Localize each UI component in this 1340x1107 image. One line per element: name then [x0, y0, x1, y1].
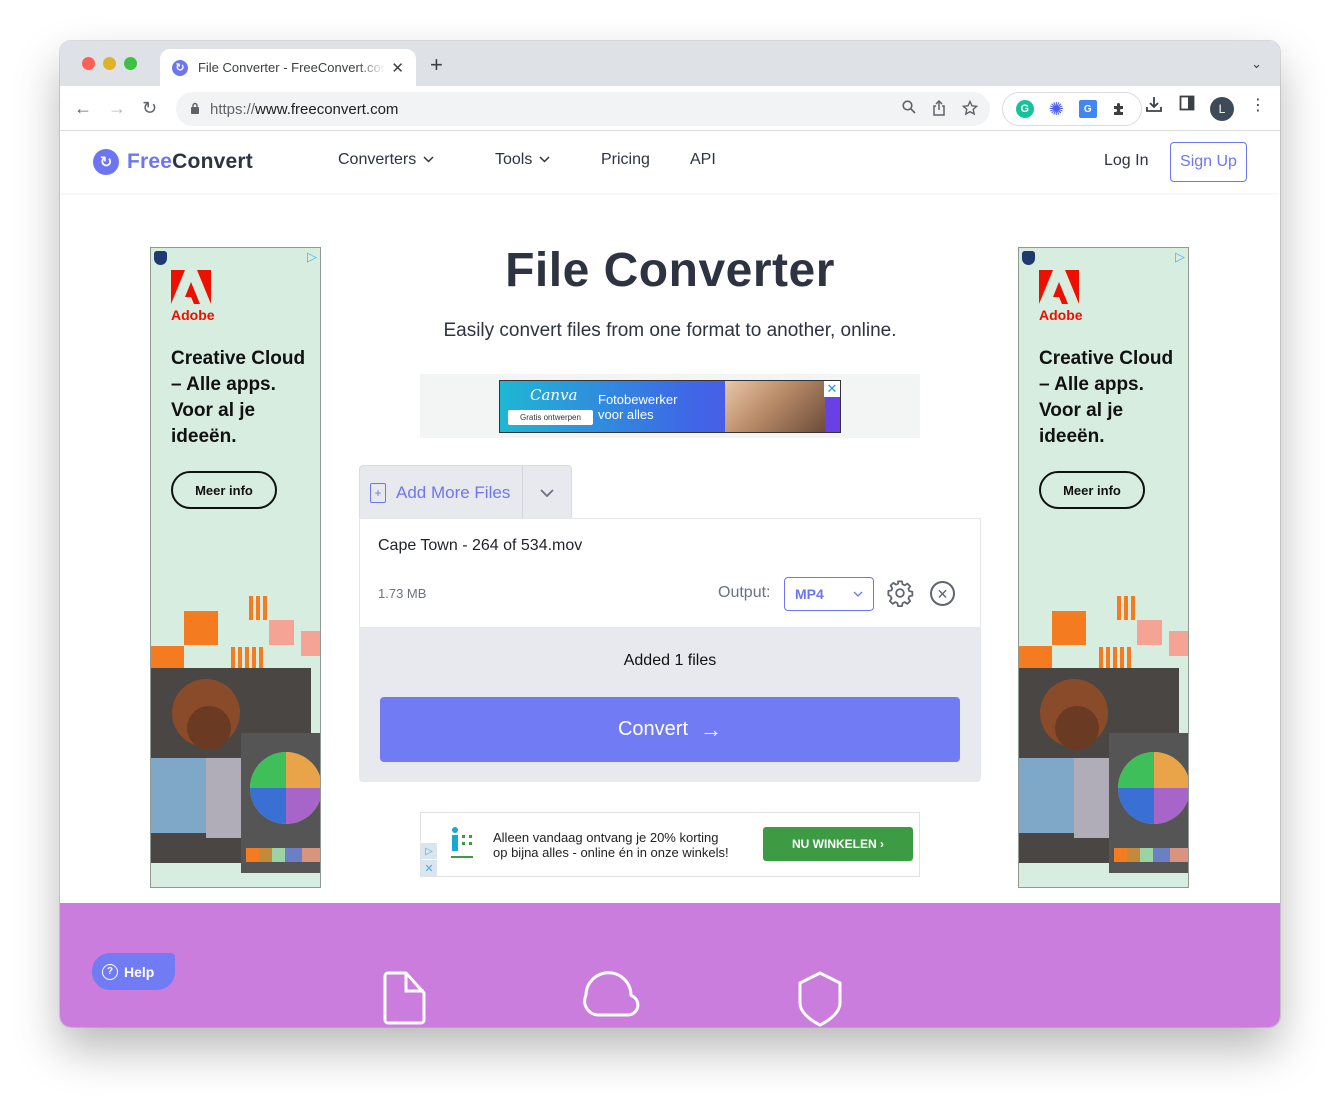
- nav-converters[interactable]: Converters: [338, 151, 434, 169]
- tab-close-icon[interactable]: ✕: [391, 59, 404, 77]
- canva-cta-button[interactable]: Gratis ontwerpen: [508, 410, 593, 425]
- forward-arrow-icon[interactable]: →: [108, 97, 126, 119]
- bottom-ad-text: Alleen vandaag ontvang je 20% korting op…: [493, 830, 729, 860]
- nav-pricing[interactable]: Pricing: [601, 151, 650, 169]
- browser-toolbar: ← → ↻ https://www.freeconvert.com G ✺ G …: [60, 86, 1280, 131]
- extensions-group: G ✺ G: [1002, 92, 1142, 126]
- grammarly-extension-icon[interactable]: G: [1015, 100, 1034, 118]
- top-banner-ad: Canva Gratis ontwerpen Fotobewerker voor…: [420, 374, 920, 438]
- translate-extension-icon[interactable]: G: [1078, 100, 1097, 118]
- chevron-down-icon: [539, 154, 550, 166]
- logo-text: FreeConvert: [127, 150, 253, 173]
- back-arrow-icon[interactable]: ←: [74, 97, 92, 119]
- chevron-down-icon: [540, 488, 554, 497]
- help-question-icon: ?: [102, 963, 118, 980]
- ad-meer-info-button[interactable]: Meer info: [1039, 471, 1145, 509]
- file-icon: [383, 971, 426, 1025]
- convert-button[interactable]: Convert →: [380, 697, 960, 762]
- tab-strip: ↻ File Converter - FreeConvert.com ✕ + ⌄: [60, 41, 1280, 86]
- add-files-bar: + Add More Files: [359, 465, 572, 519]
- adchoices-icon[interactable]: ▷: [421, 843, 437, 859]
- add-files-dropdown[interactable]: [523, 466, 571, 519]
- ad-artwork-image: [151, 588, 320, 887]
- side-ad-right[interactable]: ▷ Adobe Creative Cloud – Alle apps. Voor…: [1018, 247, 1189, 888]
- ad-close-icon[interactable]: ✕: [421, 860, 437, 876]
- ad-meer-info-button[interactable]: Meer info: [171, 471, 277, 509]
- canva-ad-text: Fotobewerker voor alles: [598, 392, 678, 422]
- reload-icon[interactable]: ↻: [142, 97, 157, 119]
- favicon-icon: ↻: [172, 59, 188, 76]
- arrow-right-icon: →: [700, 716, 723, 742]
- signup-button[interactable]: Sign Up: [1170, 142, 1247, 182]
- canva-ad-photo: [725, 381, 825, 432]
- nav-converters-label: Converters: [338, 151, 417, 168]
- maximize-window-button[interactable]: [124, 57, 137, 70]
- puzzle-extensions-icon[interactable]: [1110, 100, 1128, 118]
- output-label: Output:: [718, 584, 771, 601]
- added-files-status: Added 1 files: [623, 652, 717, 669]
- close-window-button[interactable]: [82, 57, 95, 70]
- download-icon[interactable]: [1145, 95, 1163, 118]
- browser-window: ↻ File Converter - FreeConvert.com ✕ + ⌄…: [60, 41, 1280, 1027]
- tab-search-chevron-icon[interactable]: ⌄: [1251, 56, 1262, 72]
- side-ad-left[interactable]: ▷ Adobe Creative Cloud – Alle apps. Voor…: [150, 247, 321, 888]
- nav-tools[interactable]: Tools: [495, 151, 550, 169]
- add-more-files-button[interactable]: + Add More Files: [360, 466, 523, 519]
- browser-menu-icon[interactable]: ⋮: [1250, 95, 1266, 115]
- page-subtitle: Easily convert files from one format to …: [443, 320, 897, 341]
- new-tab-button[interactable]: +: [430, 54, 443, 76]
- nav-api[interactable]: API: [690, 151, 716, 169]
- bookmark-star-icon[interactable]: [961, 99, 979, 120]
- ad-artwork-image: [1019, 588, 1188, 887]
- side-panel-icon[interactable]: [1179, 95, 1195, 116]
- ad-close-icon[interactable]: ✕: [824, 381, 840, 397]
- tab-freeconvert[interactable]: ↻ File Converter - FreeConvert.com ✕: [160, 49, 416, 86]
- profile-avatar[interactable]: L: [1210, 97, 1234, 121]
- convert-label: Convert: [617, 718, 689, 740]
- settings-gear-icon[interactable]: [886, 579, 914, 607]
- cloud-icon: [583, 971, 640, 1017]
- convert-panel: Added 1 files Convert →: [359, 628, 981, 782]
- asterisk-extension-icon[interactable]: ✺: [1047, 99, 1065, 119]
- help-button[interactable]: ? Help: [92, 953, 175, 990]
- tab-title: File Converter - FreeConvert.com: [197, 60, 386, 75]
- canva-logo: Canva: [530, 386, 578, 404]
- add-more-files-label: Add More Files: [396, 482, 511, 502]
- intratuin-logo-icon: [451, 827, 473, 858]
- canva-ad[interactable]: Canva Gratis ontwerpen Fotobewerker voor…: [499, 380, 841, 433]
- login-link[interactable]: Log In: [1104, 152, 1148, 170]
- address-bar[interactable]: https://www.freeconvert.com: [176, 92, 990, 126]
- minimize-window-button[interactable]: [103, 57, 116, 70]
- ad-headline: Creative Cloud – Alle apps. Voor al je i…: [171, 348, 306, 447]
- zoom-icon[interactable]: [902, 100, 916, 120]
- url-text: https://www.freeconvert.com: [210, 100, 399, 118]
- nav-tools-label: Tools: [495, 151, 533, 168]
- page-content: ↻ FreeConvert Converters Tools Pricing A…: [60, 131, 1280, 1027]
- ad-headline: Creative Cloud – Alle apps. Voor al je i…: [1039, 348, 1174, 447]
- logo-convert-icon: ↻: [93, 149, 119, 175]
- output-format-value: MP4: [795, 586, 824, 602]
- bottom-banner-ad[interactable]: Alleen vandaag ontvang je 20% korting op…: [420, 812, 920, 877]
- nu-winkelen-button[interactable]: NU WINKELEN ›: [763, 827, 913, 861]
- file-add-icon: +: [370, 482, 386, 503]
- features-section: ? Help: [60, 903, 1280, 1027]
- remove-file-icon[interactable]: ✕: [930, 581, 955, 606]
- output-format-select[interactable]: MP4: [784, 577, 874, 611]
- freeconvert-logo[interactable]: ↻ FreeConvert: [93, 149, 253, 175]
- chevron-down-icon: [853, 589, 863, 600]
- help-label: Help: [124, 963, 155, 980]
- file-size: 1.73 MB: [378, 586, 427, 601]
- shield-icon: [798, 971, 842, 1027]
- file-row: Cape Town - 264 of 534.mov 1.73 MB Outpu…: [359, 518, 981, 628]
- share-icon[interactable]: [932, 99, 946, 120]
- chevron-down-icon: [423, 154, 434, 166]
- page-title: File Converter: [505, 244, 835, 297]
- file-name: Cape Town - 264 of 534.mov: [378, 537, 583, 554]
- lock-icon: [190, 102, 200, 117]
- site-header: ↻ FreeConvert Converters Tools Pricing A…: [60, 131, 1280, 193]
